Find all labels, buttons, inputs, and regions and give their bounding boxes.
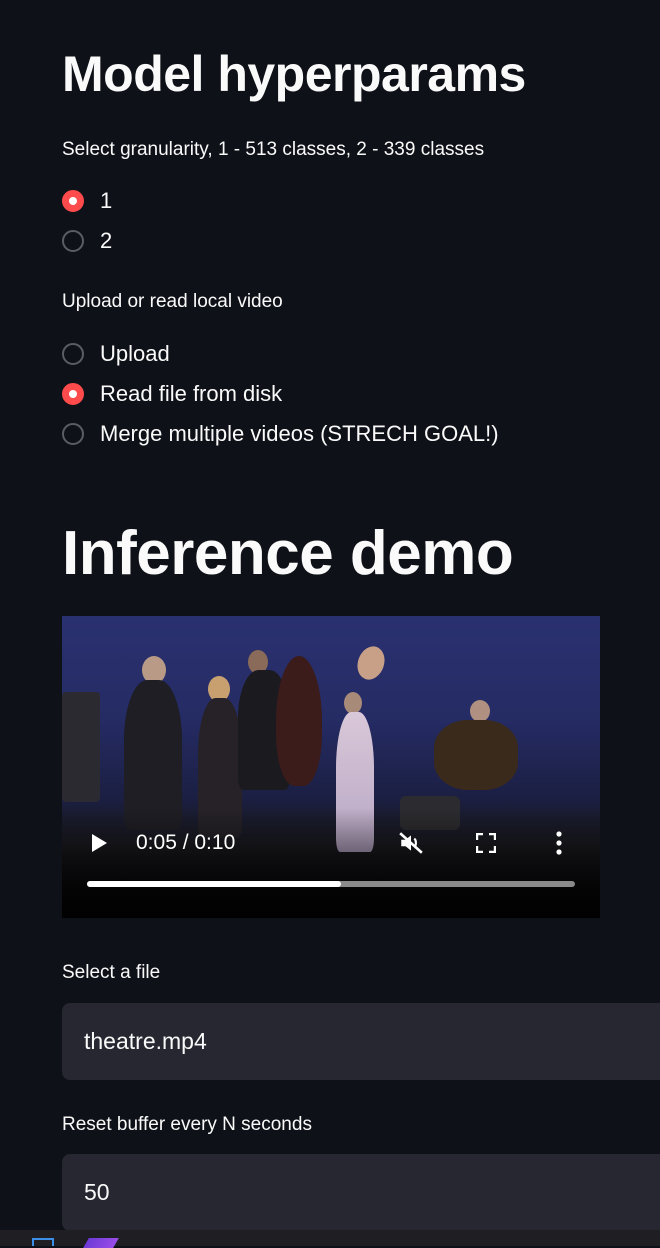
source-option-read-file[interactable]: Read file from disk: [62, 374, 499, 414]
radio-checked-icon[interactable]: [62, 190, 84, 212]
more-vert-icon[interactable]: [556, 831, 562, 855]
mute-icon[interactable]: [398, 830, 424, 856]
radio-label: Merge multiple videos (STRECH GOAL!): [100, 421, 499, 446]
buffer-label: Reset buffer every N seconds: [62, 1114, 312, 1135]
video-figure: [434, 720, 518, 790]
video-player[interactable]: 0:05 / 0:10: [62, 616, 600, 918]
video-controls-overlay: [62, 808, 600, 918]
granularity-option-2[interactable]: 2: [62, 221, 112, 261]
radio-unchecked-icon[interactable]: [62, 343, 84, 365]
video-figure: [470, 700, 490, 722]
fullscreen-icon[interactable]: [476, 833, 496, 853]
source-label: Upload or read local video: [62, 291, 283, 312]
taskbar-app-icon[interactable]: [32, 1238, 54, 1246]
file-select-value: theatre.mp4: [84, 1028, 207, 1054]
granularity-option-1[interactable]: 1: [62, 181, 112, 221]
video-figure: [276, 656, 322, 786]
os-taskbar: [0, 1230, 660, 1248]
radio-label: Upload: [100, 341, 170, 366]
play-icon[interactable]: [92, 834, 107, 852]
video-figure: [344, 692, 362, 714]
radio-label: 1: [100, 188, 113, 213]
video-figure: [352, 642, 390, 684]
radio-unchecked-icon[interactable]: [62, 423, 84, 445]
file-select-label: Select a file: [62, 962, 161, 983]
buffer-input[interactable]: 50: [62, 1154, 660, 1231]
video-figure: [62, 692, 100, 802]
source-radio-group: Upload Read file from disk Merge multipl…: [62, 334, 499, 454]
hyperparams-title: Model hyperparams: [62, 46, 526, 102]
radio-label: Read file from disk: [100, 381, 283, 406]
radio-label: 2: [100, 228, 113, 253]
granularity-radio-group: 1 2: [62, 181, 112, 261]
granularity-label: Select granularity, 1 - 513 classes, 2 -…: [62, 139, 485, 160]
video-time: 0:05 / 0:10: [136, 831, 236, 854]
taskbar-app-icon[interactable]: [83, 1238, 119, 1248]
video-progress-bar[interactable]: [87, 881, 575, 887]
file-select[interactable]: theatre.mp4: [62, 1003, 660, 1080]
buffer-input-value: 50: [84, 1179, 110, 1205]
inference-title: Inference demo: [62, 519, 514, 588]
video-progress-fill: [87, 881, 341, 887]
radio-checked-icon[interactable]: [62, 383, 84, 405]
source-option-merge[interactable]: Merge multiple videos (STRECH GOAL!): [62, 414, 499, 454]
source-option-upload[interactable]: Upload: [62, 334, 499, 374]
radio-unchecked-icon[interactable]: [62, 230, 84, 252]
